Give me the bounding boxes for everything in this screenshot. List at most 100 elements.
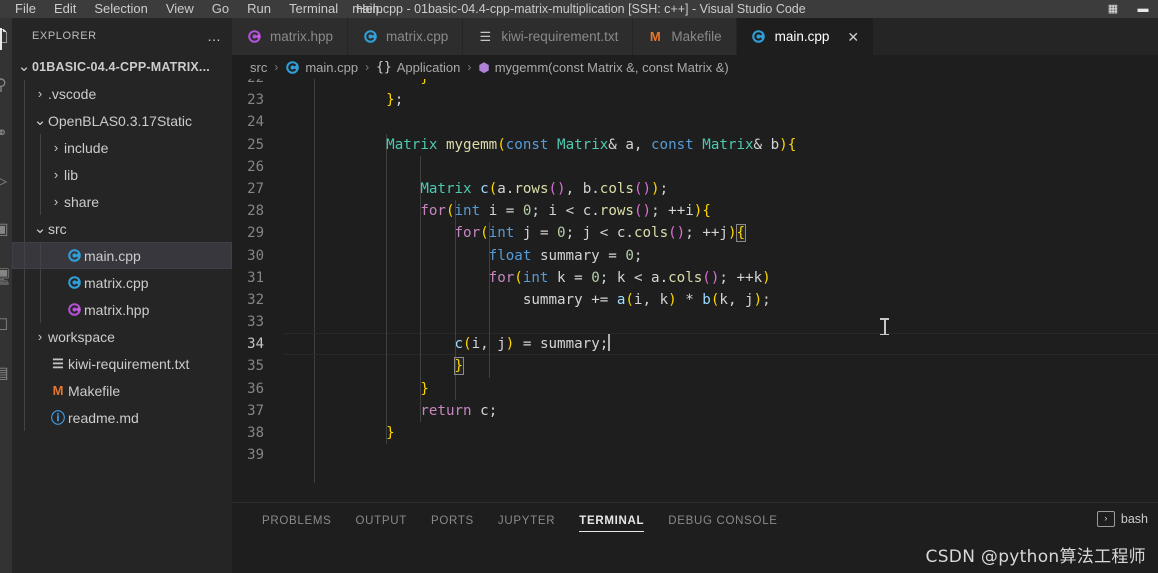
code-lines: 22 }23 };2425 Matrix mygemm(const Matrix… — [232, 79, 1158, 466]
breadcrumb-item[interactable]: main.cpp — [285, 60, 358, 75]
code-line[interactable]: 26 — [232, 155, 1158, 178]
tab-label: main.cpp — [774, 29, 830, 44]
panel-tab-ports[interactable]: PORTS — [419, 503, 486, 538]
tree-item[interactable]: › include — [12, 134, 232, 161]
tree-item[interactable]: ☰ kiwi-requirement.txt — [12, 350, 232, 377]
editor-tab-matrix-hpp[interactable]: matrix.hpp — [232, 18, 349, 55]
more-actions-icon[interactable]: … — [207, 29, 222, 43]
editor-tab-main-cpp[interactable]: main.cpp ✕ — [736, 18, 875, 55]
tree-item[interactable]: ⌄ OpenBLAS0.3.17Static — [12, 107, 232, 134]
code-line[interactable]: 27 Matrix c(a.rows(), b.cols()); — [232, 177, 1158, 201]
chevron-down-icon[interactable]: ⌄ — [16, 59, 32, 74]
code-line[interactable]: 33 — [232, 311, 1158, 334]
line-number: 39 — [247, 447, 264, 464]
activity-bar: 🗋 ⚲ ⚭ ▷ ▣ 🖥 ☐ ▤ — [0, 18, 12, 573]
tab-file-icon — [246, 29, 262, 44]
tree-item[interactable]: M Makefile — [12, 377, 232, 404]
code-line[interactable]: 38 } — [232, 422, 1158, 445]
chevron-down-icon[interactable]: ⌄ — [32, 113, 48, 128]
code-editor[interactable]: 22 }23 };2425 Matrix mygemm(const Matrix… — [232, 79, 1158, 483]
panel-tab-terminal[interactable]: TERMINAL — [567, 503, 656, 538]
panel-tab-output[interactable]: OUTPUT — [344, 503, 419, 538]
menu-item-selection[interactable]: Selection — [85, 0, 156, 18]
menu-item-view[interactable]: View — [157, 0, 203, 18]
menu-item-file[interactable]: File — [6, 0, 45, 18]
menu-item-go[interactable]: Go — [203, 0, 238, 18]
panel-tab-jupyter[interactable]: JUPYTER — [486, 503, 567, 538]
cpp-file-icon — [751, 29, 766, 44]
code-line[interactable]: 29 for(int j = 0; j < c.cols(); ++j){ — [232, 222, 1158, 245]
makefile-icon: M — [649, 29, 661, 44]
breadcrumb-item[interactable]: ⬢ mygemm(const Matrix &, const Matrix &) — [478, 60, 728, 75]
minimize-icon: ▬ — [1137, 2, 1149, 15]
code-line[interactable]: 30 float summary = 0; — [232, 244, 1158, 267]
chevron-down-icon[interactable]: ⌄ — [32, 221, 48, 236]
tab-close-icon[interactable]: ✕ — [847, 30, 859, 44]
restore-window-button[interactable]: ▦ — [1098, 0, 1128, 18]
code-line[interactable]: 36 } — [232, 377, 1158, 400]
tree-item[interactable]: ⓘ readme.md — [12, 404, 232, 431]
code-line[interactable]: 22 } — [232, 79, 1158, 89]
breadcrumb-item[interactable]: src — [250, 60, 267, 75]
testing-icon[interactable]: ☐ — [0, 316, 11, 336]
panel-tab-problems[interactable]: PROBLEMS — [250, 503, 344, 538]
panel-tab-bar: PROBLEMS OUTPUT PORTS JUPYTER TERMINAL DEBUG … — [232, 503, 1158, 538]
search-icon[interactable]: ⚲ — [0, 76, 11, 96]
code-line[interactable]: 37 return c; — [232, 399, 1158, 422]
code-line[interactable]: 25 Matrix mygemm(const Matrix& a, const … — [232, 133, 1158, 156]
tree-item[interactable]: matrix.hpp — [12, 296, 232, 323]
panel-tab-debug-console[interactable]: DEBUG CONSOLE — [656, 503, 789, 538]
terminal-selector[interactable]: › bash — [1096, 511, 1148, 527]
tree-item[interactable]: › lib — [12, 161, 232, 188]
cpp-file-icon — [363, 29, 378, 44]
tree-item[interactable]: › .vscode — [12, 80, 232, 107]
indent-guide — [40, 242, 41, 269]
line-number: 30 — [247, 247, 264, 264]
code-line[interactable]: 28 for(int i = 0; i < c.rows(); ++i){ — [232, 200, 1158, 223]
run-debug-icon[interactable]: ▷ — [0, 172, 11, 192]
editor-tab-matrix-cpp[interactable]: matrix.cpp — [348, 18, 464, 55]
docker-icon[interactable]: ▤ — [0, 364, 11, 384]
tab-file-icon — [751, 29, 767, 44]
code-line[interactable]: 39 — [232, 444, 1158, 466]
menu-item-terminal[interactable]: Terminal — [280, 0, 347, 18]
extensions-icon[interactable]: ▣ — [0, 220, 11, 240]
chevron-right-icon[interactable]: › — [48, 167, 64, 182]
breadcrumb-item[interactable]: {} Application — [376, 60, 460, 75]
text-file-icon: ☰ — [52, 356, 64, 371]
code-line[interactable]: 24 — [232, 111, 1158, 133]
code-line[interactable]: 31 for(int k = 0; k < a.cols(); ++k) — [232, 266, 1158, 289]
editor-tab-kiwi-requirement-txt[interactable]: ☰ kiwi-requirement.txt — [463, 18, 634, 55]
menu-item-help[interactable]: Help — [347, 0, 392, 18]
code-line[interactable]: 34 c(i, j) = summary; — [232, 333, 1158, 356]
editor-tab-makefile[interactable]: M Makefile — [633, 18, 737, 55]
tree-item[interactable]: › share — [12, 188, 232, 215]
menu-item-edit[interactable]: Edit — [45, 0, 85, 18]
hpp-file-icon — [247, 29, 262, 44]
code-line[interactable]: 32 summary += a(i, k) * b(k, j); — [232, 288, 1158, 312]
chevron-right-icon[interactable]: › — [48, 140, 64, 155]
breadcrumb-separator: › — [274, 60, 279, 74]
code-line[interactable]: 35 } — [232, 355, 1158, 378]
tree-item[interactable]: › workspace — [12, 323, 232, 350]
tree-item-selected[interactable]: main.cpp — [12, 242, 232, 269]
line-number: 32 — [247, 291, 264, 308]
file-type-icon — [64, 275, 84, 290]
code-line[interactable]: 23 }; — [232, 89, 1158, 111]
chevron-right-icon[interactable]: › — [32, 86, 48, 101]
sidebar-explorer: EXPLORER … ⌄ 01BASIC-04.4-CPP-MATRIX... ›.… — [12, 18, 232, 573]
chevron-right-icon[interactable]: › — [32, 329, 48, 344]
tree-item[interactable]: ⌄ src — [12, 215, 232, 242]
minimize-window-button[interactable]: ▬ — [1128, 0, 1158, 18]
explorer-icon[interactable]: 🗋 — [0, 28, 11, 48]
source-control-icon[interactable]: ⚭ — [0, 124, 11, 144]
tree-item[interactable]: ⌄ 01BASIC-04.4-CPP-MATRIX... — [12, 53, 232, 80]
tree-item[interactable]: matrix.cpp — [12, 269, 232, 296]
line-content: } — [386, 425, 395, 441]
tree-item-label: share — [64, 193, 100, 210]
remote-explorer-icon[interactable]: 🖥 — [0, 268, 11, 288]
chevron-right-icon[interactable]: › — [48, 194, 64, 209]
menu-item-run[interactable]: Run — [238, 0, 280, 18]
tab-file-icon — [362, 29, 378, 44]
breadcrumb-icon — [285, 60, 300, 75]
